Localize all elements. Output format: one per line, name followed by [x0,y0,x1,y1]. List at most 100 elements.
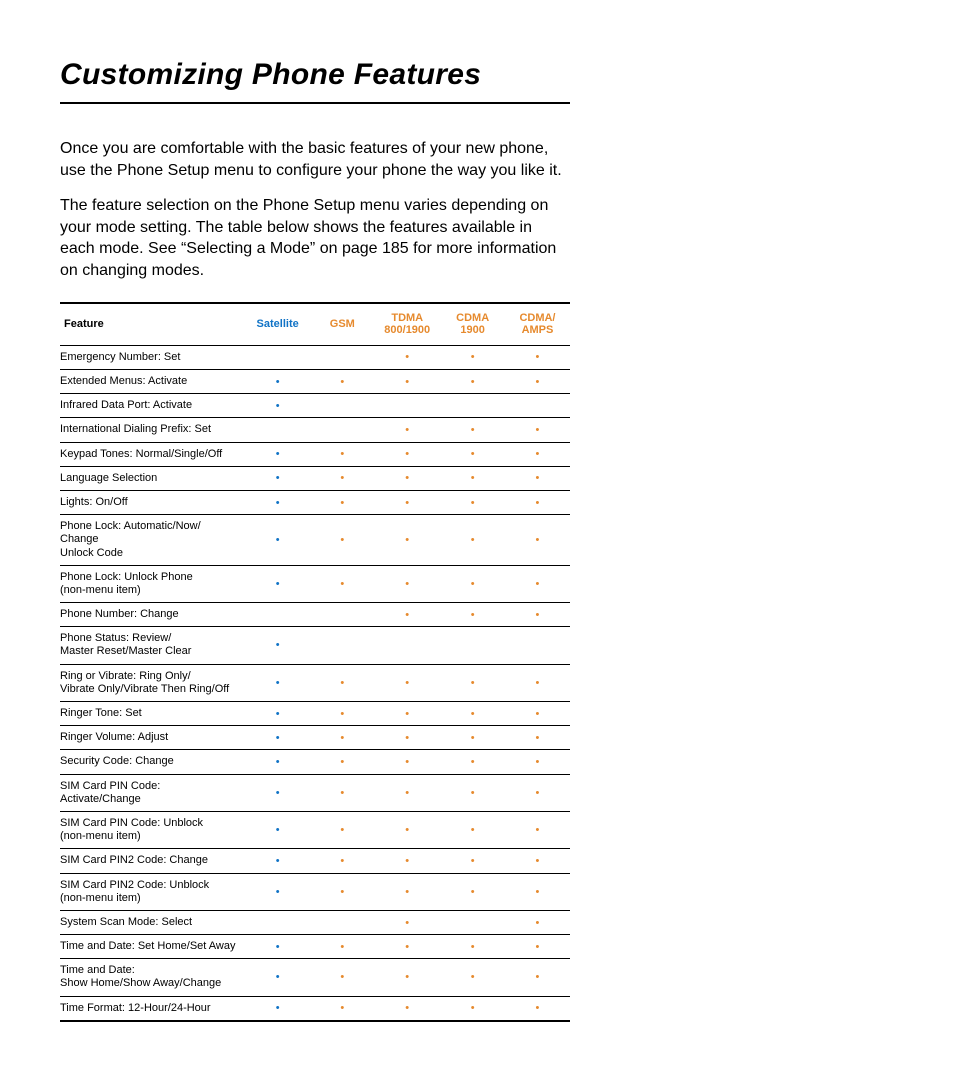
dot-icon: • [276,886,280,898]
table-row: Extended Menus: Activate••••• [60,370,570,394]
dot-cell: • [245,873,311,910]
dot-cell [374,627,440,664]
dot-cell: • [311,959,375,996]
dot-icon: • [471,787,475,799]
dot-icon: • [536,1002,540,1014]
dot-cell [440,394,505,418]
dot-icon: • [340,732,344,744]
dot-cell: • [440,726,505,750]
dot-icon: • [340,497,344,509]
dot-cell: • [245,515,311,566]
feature-cell: Keypad Tones: Normal/Single/Off [60,442,245,466]
dot-cell: • [505,774,570,811]
dot-cell: • [440,345,505,369]
dot-cell: • [245,664,311,701]
dot-cell: • [440,664,505,701]
table-row: Time and Date:Show Home/Show Away/Change… [60,959,570,996]
dot-icon: • [276,732,280,744]
dot-icon: • [536,351,540,363]
dot-icon: • [340,787,344,799]
dot-cell [311,910,375,934]
dot-icon: • [276,497,280,509]
dot-cell: • [440,702,505,726]
feature-cell: Time and Date: Set Home/Set Away [60,935,245,959]
dot-icon: • [276,639,280,651]
dot-cell: • [311,370,375,394]
dot-cell: • [505,664,570,701]
feature-cell: Lights: On/Off [60,490,245,514]
dot-cell: • [505,418,570,442]
dot-icon: • [405,756,409,768]
dot-cell: • [245,370,311,394]
dot-cell: • [374,750,440,774]
dot-icon: • [536,708,540,720]
dot-cell: • [505,750,570,774]
dot-icon: • [276,855,280,867]
dot-cell [374,394,440,418]
dot-icon: • [340,756,344,768]
dot-icon: • [536,732,540,744]
dot-cell: • [374,370,440,394]
dot-cell: • [311,515,375,566]
table-row: Time Format: 12-Hour/24-Hour••••• [60,996,570,1021]
dot-icon: • [405,448,409,460]
dot-icon: • [536,917,540,929]
dot-cell: • [245,490,311,514]
dot-icon: • [471,677,475,689]
dot-icon: • [471,534,475,546]
feature-cell: Phone Lock: Unlock Phone(non-menu item) [60,565,245,602]
feature-cell: Time Format: 12-Hour/24-Hour [60,996,245,1021]
table-row: Phone Status: Review/Master Reset/Master… [60,627,570,664]
dot-icon: • [276,941,280,953]
dot-icon: • [405,824,409,836]
dot-cell: • [311,774,375,811]
dot-cell: • [374,418,440,442]
dot-cell [311,627,375,664]
col-header-cdma-amps: CDMA/AMPS [505,303,570,346]
dot-cell: • [440,565,505,602]
dot-cell: • [440,370,505,394]
table-row: Language Selection••••• [60,466,570,490]
dot-icon: • [536,472,540,484]
dot-icon: • [471,424,475,436]
dot-icon: • [471,351,475,363]
page-title: Customizing Phone Features [60,58,864,102]
dot-cell: • [245,959,311,996]
title-rule [60,102,570,104]
dot-icon: • [276,708,280,720]
dot-cell: • [245,996,311,1021]
feature-cell: Emergency Number: Set [60,345,245,369]
dot-icon: • [405,376,409,388]
dot-cell: • [245,811,311,848]
dot-icon: • [536,534,540,546]
dot-icon: • [276,824,280,836]
dot-cell: • [505,726,570,750]
table-row: SIM Card PIN Code:Activate/Change••••• [60,774,570,811]
dot-cell: • [311,490,375,514]
feature-cell: Language Selection [60,466,245,490]
dot-icon: • [405,578,409,590]
col-header-tdma: TDMA800/1900 [374,303,440,346]
dot-cell: • [505,959,570,996]
dot-cell: • [311,565,375,602]
table-row: System Scan Mode: Select•• [60,910,570,934]
dot-cell [311,394,375,418]
feature-cell: SIM Card PIN2 Code: Change [60,849,245,873]
dot-cell: • [374,664,440,701]
dot-cell: • [245,394,311,418]
dot-icon: • [276,578,280,590]
dot-cell: • [374,935,440,959]
dot-cell: • [440,873,505,910]
dot-cell: • [245,442,311,466]
dot-icon: • [405,609,409,621]
dot-cell: • [311,442,375,466]
feature-cell: Security Code: Change [60,750,245,774]
dot-icon: • [276,400,280,412]
dot-icon: • [405,1002,409,1014]
dot-cell: • [311,996,375,1021]
dot-cell: • [374,345,440,369]
dot-cell: • [374,726,440,750]
dot-cell: • [311,702,375,726]
dot-icon: • [340,472,344,484]
dot-icon: • [276,472,280,484]
